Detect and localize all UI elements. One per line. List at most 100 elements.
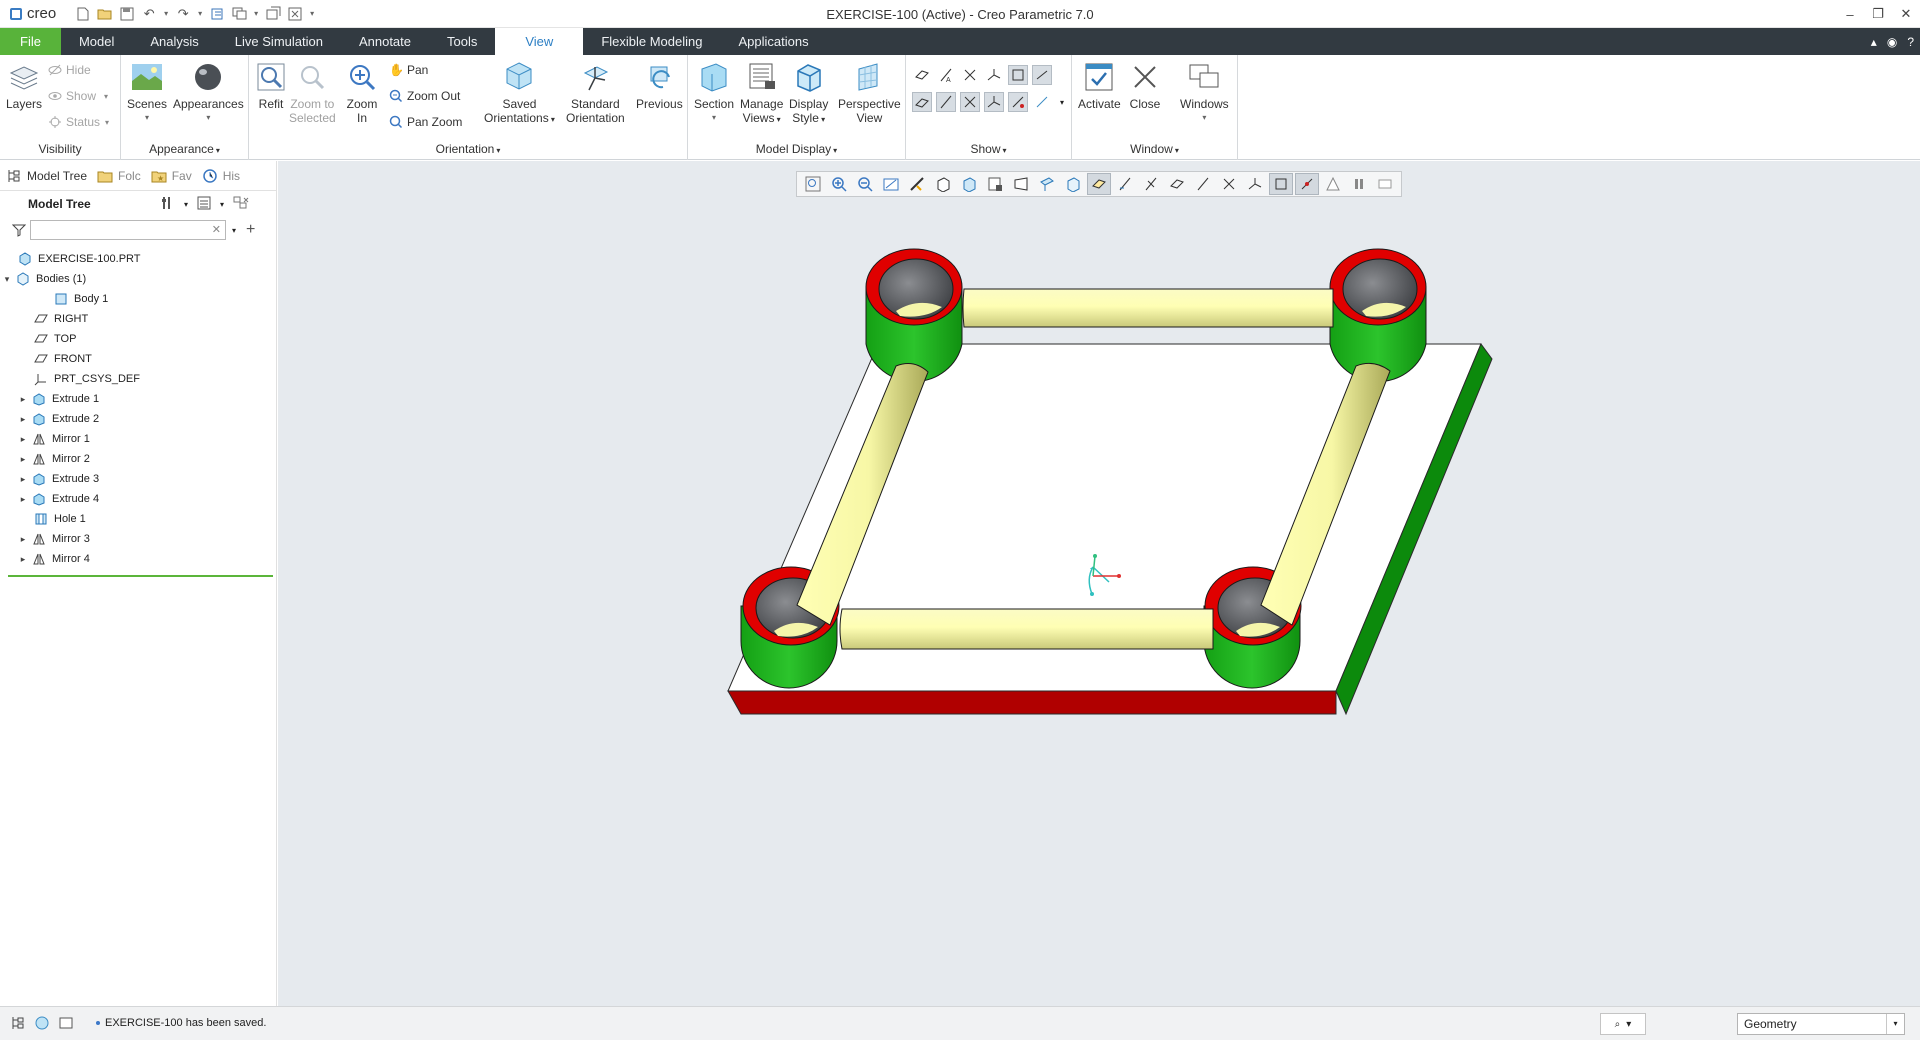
selection-filter-select[interactable]: Geometry ▾ (1737, 1013, 1905, 1035)
tree-item-mirror-2[interactable]: ▸ Mirror 2 (0, 449, 276, 469)
display-style-button[interactable]: Display Style ▾ (789, 61, 828, 127)
expand-icon[interactable]: ▸ (18, 534, 28, 545)
tree-settings-dropdown-icon[interactable]: ▾ (184, 200, 188, 209)
axis-tag-display-icon[interactable] (1032, 65, 1052, 85)
3d-model-viewport[interactable] (278, 161, 1920, 1006)
tree-columns-dropdown-icon[interactable]: ▾ (220, 200, 224, 209)
rail-bottom[interactable] (839, 608, 1214, 650)
collapse-icon[interactable]: ▾ (2, 274, 12, 285)
section-button[interactable]: Section ▾ (694, 61, 734, 125)
tree-item-extrude-2[interactable]: ▸ Extrude 2 (0, 409, 276, 429)
tree-item-extrude-4[interactable]: ▸ Extrude 4 (0, 489, 276, 509)
tree-item-extrude-1[interactable]: ▸ Extrude 1 (0, 389, 276, 409)
csys-tag-display-icon[interactable] (936, 92, 956, 112)
clear-search-icon[interactable]: ✕ (212, 223, 221, 236)
expand-icon[interactable]: ▸ (18, 554, 28, 565)
activate-button[interactable]: Activate (1078, 61, 1121, 111)
pan-button[interactable]: ✋ Pan (389, 61, 428, 79)
perspective-view-button[interactable]: Perspective View (838, 61, 901, 125)
tree-item-front[interactable]: FRONT (0, 349, 276, 369)
zoom-out-button[interactable]: Zoom Out (389, 87, 460, 105)
close-window-button[interactable]: Close (1129, 61, 1161, 111)
customize-qat-icon[interactable]: ▾ (308, 9, 316, 18)
restore-icon[interactable]: ❐ (1864, 0, 1892, 28)
show-navigator-icon[interactable] (10, 1015, 26, 1034)
rail-top[interactable] (962, 288, 1334, 328)
redo-dropdown-icon[interactable]: ▾ (196, 9, 204, 18)
saved-orientations-button[interactable]: Saved Orientations ▾ (484, 61, 555, 127)
filter-funnel-icon[interactable] (12, 223, 26, 237)
full-screen-icon[interactable] (58, 1015, 74, 1034)
boss-top-right[interactable] (1329, 248, 1427, 382)
status-button[interactable]: Status ▾ (48, 113, 109, 131)
tab-annotate[interactable]: Annotate (341, 28, 429, 55)
csys-display-icon[interactable] (984, 65, 1004, 85)
help-icon[interactable]: ? (1907, 35, 1914, 49)
undo-dropdown-icon[interactable]: ▾ (162, 9, 170, 18)
show-button[interactable]: Show ▾ (48, 87, 108, 105)
add-filter-icon[interactable]: + (246, 221, 255, 239)
expand-icon[interactable]: ▸ (18, 394, 28, 405)
graphics-window[interactable] (278, 161, 1920, 1006)
point-tag-display-icon[interactable] (912, 92, 932, 112)
tree-item-bodies-1[interactable]: ▾ Bodies (1) (0, 269, 276, 289)
expand-icon[interactable]: ▸ (18, 454, 28, 465)
manage-views-button[interactable]: Manage Views ▾ (740, 61, 783, 127)
spin-center-display-icon[interactable] (960, 92, 980, 112)
previous-orientation-button[interactable]: Previous (636, 61, 683, 111)
regenerate-icon[interactable] (208, 5, 226, 23)
insert-here-marker[interactable] (8, 575, 273, 577)
tab-file[interactable]: File (0, 28, 61, 55)
windows-button[interactable]: Windows ▾ (1180, 61, 1229, 125)
tab-tools[interactable]: Tools (429, 28, 495, 55)
tree-search-input[interactable]: ✕ (30, 220, 226, 240)
plane-tag-display-icon[interactable] (1008, 65, 1028, 85)
tree-item-mirror-4[interactable]: ▸ Mirror 4 (0, 549, 276, 569)
expand-icon[interactable]: ▸ (18, 494, 28, 505)
tab-live-simulation[interactable]: Live Simulation (217, 28, 341, 55)
tree-item-mirror-3[interactable]: ▸ Mirror 3 (0, 529, 276, 549)
tree-item-body-1[interactable]: Body 1 (0, 289, 276, 309)
refit-button[interactable]: Refit (255, 61, 287, 111)
show-dropdown-icon[interactable]: ▾ (1052, 92, 1072, 112)
show-more-icon[interactable] (1032, 92, 1052, 112)
command-search-icon[interactable]: ◉ (1887, 35, 1897, 49)
tab-model-tree[interactable]: Model Tree (6, 168, 87, 184)
plane-display-icon[interactable] (912, 65, 932, 85)
layers-button[interactable]: Layers (6, 61, 42, 111)
hide-button[interactable]: Hide (48, 61, 91, 79)
redo-icon[interactable]: ↷ (174, 5, 192, 23)
expand-icon[interactable]: ▸ (18, 414, 28, 425)
tree-item-top[interactable]: TOP (0, 329, 276, 349)
tab-model[interactable]: Model (61, 28, 132, 55)
tree-columns-icon[interactable] (196, 195, 212, 214)
collapse-ribbon-icon[interactable]: ▴ (1871, 35, 1877, 49)
boss-top-left[interactable] (865, 248, 963, 382)
tab-folder-browser[interactable]: Folc (97, 168, 141, 184)
open-folder-icon[interactable] (96, 5, 114, 23)
pan-zoom-button[interactable]: Pan Zoom (389, 113, 462, 131)
standard-orientation-button[interactable]: Standard Orientation (566, 61, 625, 125)
tree-item-mirror-1[interactable]: ▸ Mirror 1 (0, 429, 276, 449)
close-window-icon[interactable] (286, 5, 304, 23)
tab-analysis[interactable]: Analysis (132, 28, 216, 55)
close-icon[interactable]: ✕ (1892, 0, 1920, 28)
tree-settings-icon[interactable] (160, 195, 176, 214)
tree-item-right[interactable]: RIGHT (0, 309, 276, 329)
axis-display-icon[interactable]: A (936, 65, 956, 85)
tree-filter-options-icon[interactable] (232, 195, 250, 214)
scenes-button[interactable]: Scenes ▾ (127, 61, 167, 125)
tree-root-part[interactable]: EXERCISE-100.PRT (0, 249, 276, 269)
tree-item-extrude-3[interactable]: ▸ Extrude 3 (0, 469, 276, 489)
annotation-display-icon[interactable] (984, 92, 1004, 112)
expand-icon[interactable]: ▸ (18, 434, 28, 445)
tab-flexible-modeling[interactable]: Flexible Modeling (583, 28, 720, 55)
tab-applications[interactable]: Applications (720, 28, 826, 55)
windows-icon[interactable] (230, 5, 248, 23)
tab-favorites[interactable]: ★ Fav (151, 168, 192, 184)
tree-item-hole-1[interactable]: Hole 1 (0, 509, 276, 529)
expand-icon[interactable]: ▸ (18, 474, 28, 485)
tab-view[interactable]: View (495, 28, 584, 55)
find-button[interactable]: ⌕ ▾ (1600, 1013, 1646, 1035)
undo-icon[interactable]: ↶ (140, 5, 158, 23)
